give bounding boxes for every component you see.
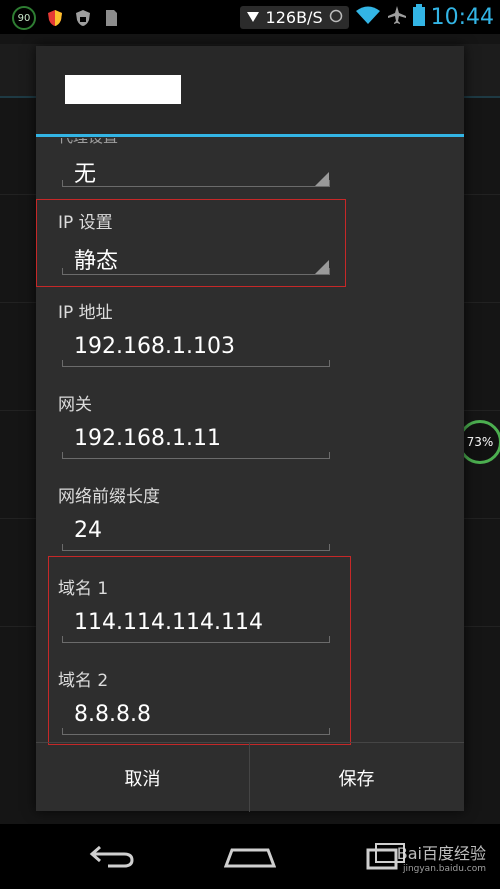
ip-address-label: IP 地址 — [58, 303, 113, 323]
ip-address-underline — [62, 360, 330, 367]
gateway-label: 网关 — [58, 395, 92, 415]
home-icon[interactable] — [223, 840, 277, 874]
title-divider — [36, 134, 464, 137]
battery-icon — [412, 4, 425, 30]
ip-settings-label: IP 设置 — [58, 213, 113, 233]
dialog-button-bar: 取消 保存 — [36, 742, 464, 812]
watermark-brand: Bai百度经验 — [396, 844, 486, 863]
wifi-icon — [355, 5, 381, 29]
floating-percent-badge[interactable]: 73% — [458, 420, 500, 464]
dns1-underline — [62, 636, 330, 643]
notification-badge: 90 — [12, 6, 36, 30]
status-right-icons: 126B/S 10:44 — [239, 0, 494, 34]
lock-icon — [74, 8, 92, 28]
dns2-label: 域名 2 — [58, 671, 109, 691]
prefix-length-input[interactable]: 24 — [74, 518, 102, 543]
cancel-button[interactable]: 取消 — [36, 743, 249, 812]
prefix-length-label: 网络前缀长度 — [58, 487, 160, 507]
dns1-label: 域名 1 — [58, 579, 109, 599]
ip-address-input[interactable]: 192.168.1.103 — [74, 334, 235, 359]
airplane-icon — [387, 5, 407, 29]
back-icon[interactable] — [86, 840, 136, 874]
dialog-title-bar — [36, 46, 464, 134]
sd-card-icon — [102, 8, 120, 28]
clock: 10:44 — [430, 4, 494, 30]
dropdown-arrow-icon — [315, 260, 329, 274]
status-left-icons: 90 — [12, 6, 120, 30]
prefix-length-underline — [62, 544, 330, 551]
redacted-title — [65, 75, 181, 104]
baidu-watermark: Bai百度经验 jingyan.baidu.com — [397, 840, 486, 874]
dns2-underline — [62, 728, 330, 735]
sync-icon — [329, 8, 343, 27]
dns2-input[interactable]: 8.8.8.8 — [74, 702, 151, 727]
watermark-url: jingyan.baidu.com — [402, 864, 486, 874]
gateway-underline — [62, 452, 330, 459]
gateway-input[interactable]: 192.168.1.11 — [74, 426, 221, 451]
ip-settings-spinner[interactable] — [62, 268, 330, 275]
static-ip-dialog: 代理设置 无 IP 设置 静态 IP 地址 192.168.1.103 网关 1… — [36, 46, 464, 812]
shield-icon — [46, 8, 64, 28]
download-arrow-icon — [246, 8, 260, 27]
dns1-input[interactable]: 114.114.114.114 — [74, 610, 263, 635]
network-speed-text: 126B/S — [265, 7, 323, 27]
dropdown-arrow-icon — [315, 172, 329, 186]
status-bar: 90 126B/S 10:44 — [0, 0, 500, 34]
proxy-spinner[interactable] — [62, 180, 330, 187]
network-speed: 126B/S — [239, 5, 349, 29]
save-button[interactable]: 保存 — [250, 743, 463, 812]
